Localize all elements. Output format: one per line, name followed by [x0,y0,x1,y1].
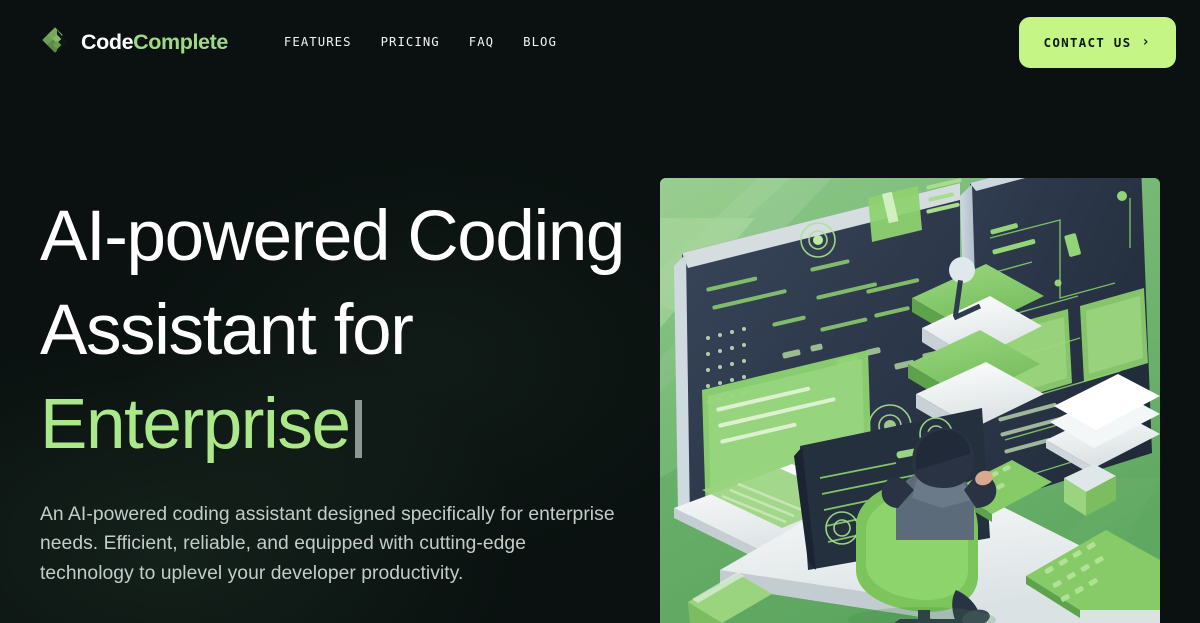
nav-item-features[interactable]: FEATURES [284,35,352,49]
nav-item-faq[interactable]: FAQ [469,35,494,49]
headline-accent-word: Enterprise [40,385,351,464]
brand-name-code: Code [81,29,134,54]
headline-line-2: Assistant for [40,291,414,370]
brand-wordmark: CodeComplete [81,30,228,55]
contact-us-label: CONTACT US [1043,34,1132,50]
hero-section: AI-powered Coding Assistant for Enterpri… [0,84,1200,623]
typing-caret [354,400,362,458]
primary-navigation: FEATURES PRICING FAQ BLOG [284,35,557,49]
contact-us-button[interactable]: CONTACT US › [1018,16,1176,68]
site-header: CodeComplete FEATURES PRICING FAQ BLOG C… [0,0,1200,84]
page-title: AI-powered Coding Assistant for Enterpri… [40,190,660,472]
hero-subcopy: An AI-powered coding assistant designed … [40,504,615,584]
codecomplete-diamond-logo-icon [42,27,72,57]
brand-logo[interactable]: CodeComplete [42,27,228,57]
brand-name-complete: Complete [133,29,228,54]
nav-item-pricing[interactable]: PRICING [381,35,440,49]
hero-copy: AI-powered Coding Assistant for Enterpri… [40,84,660,623]
headline-line-1: AI-powered Coding [40,197,625,276]
nav-item-blog[interactable]: BLOG [523,35,557,49]
chevron-right-icon: › [1141,34,1151,50]
